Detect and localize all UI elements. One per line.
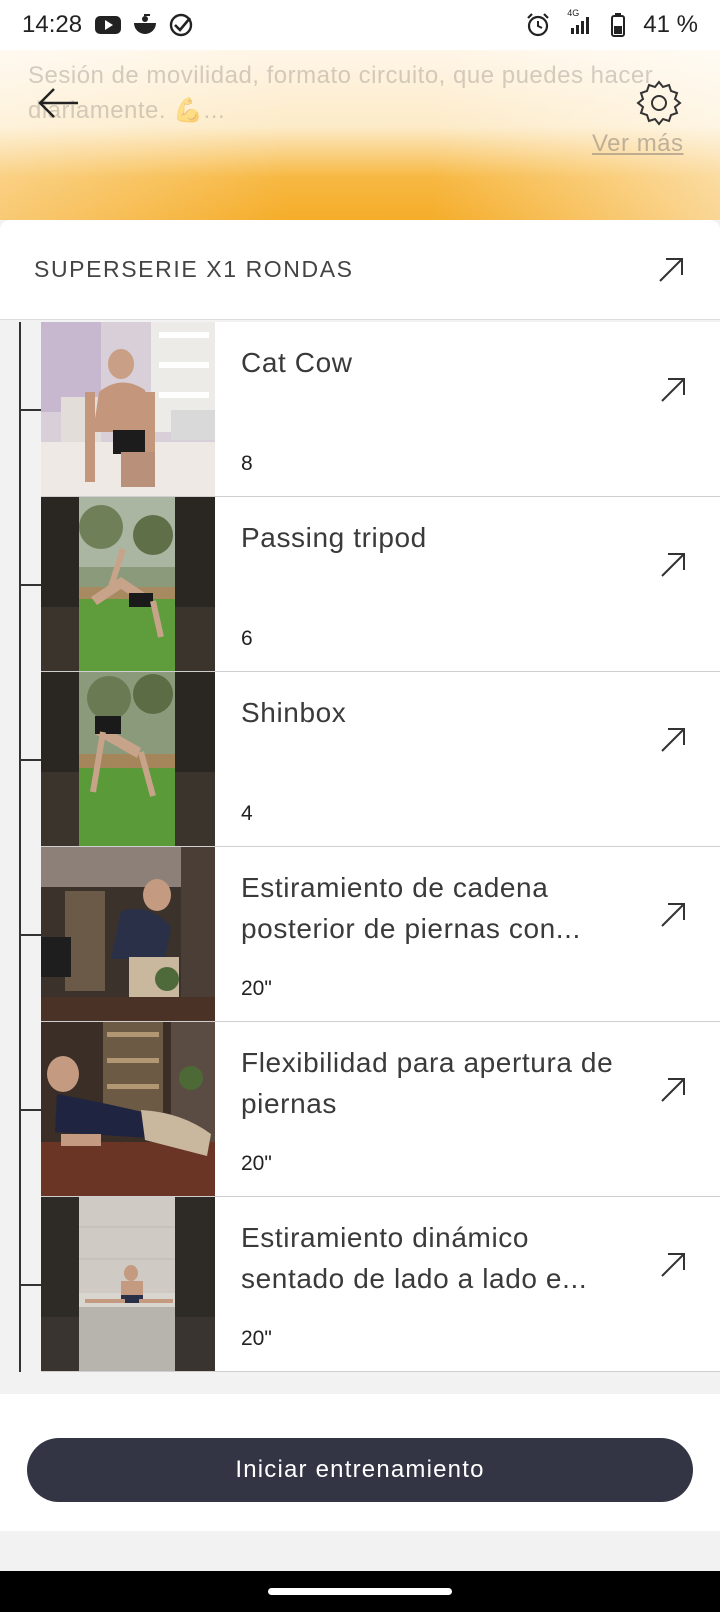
workout-description: Sesión de movilidad, formato circuito, q… — [28, 62, 654, 124]
exercise-reps: 20" — [241, 977, 272, 1000]
check-circle-icon — [168, 12, 194, 38]
arrow-left-icon — [38, 88, 78, 118]
settings-button[interactable] — [634, 78, 684, 128]
arrow-up-right-icon[interactable] — [658, 375, 688, 405]
exercise-row[interactable]: Estiramiento dinámico sentado de lado a … — [19, 1197, 720, 1372]
arrow-up-right-icon[interactable] — [658, 1075, 688, 1105]
exercise-thumbnail — [41, 1022, 215, 1196]
exercise-name: Cat Cow — [241, 347, 353, 378]
app-bowl-icon — [132, 13, 158, 37]
superset-connector-line — [19, 322, 21, 1372]
exercise-thumbnail — [41, 1197, 215, 1371]
exercise-reps: 20" — [241, 1327, 272, 1350]
exercise-row[interactable]: Flexibilidad para apertura de piernas 20… — [19, 1022, 720, 1197]
exercise-row[interactable]: Passing tripod 6 — [19, 497, 720, 672]
exercise-row[interactable]: Estiramiento de cadena posterior de pier… — [19, 847, 720, 1022]
footer-bar: Iniciar entrenamiento — [0, 1394, 720, 1531]
exercise-reps: 6 — [241, 627, 253, 650]
arrow-up-right-icon[interactable] — [658, 1250, 688, 1280]
connector-tick — [19, 409, 41, 411]
gear-icon — [636, 80, 682, 126]
exercise-list: Cat Cow 8 Passing tripod 6 Shinbox 4 Est… — [0, 322, 720, 1394]
exercise-row[interactable]: Cat Cow 8 — [19, 322, 720, 497]
exercise-thumbnail — [41, 497, 215, 671]
superset-title: SUPERSERIE X1 RONDAS — [34, 256, 354, 282]
signal-icon: 4G — [567, 8, 593, 36]
exercise-name: Estiramiento dinámico sentado de lado a … — [241, 1222, 588, 1294]
exercise-reps: 20" — [241, 1152, 272, 1175]
arrow-up-right-icon[interactable] — [658, 900, 688, 930]
exercise-name: Flexibilidad para apertura de piernas — [241, 1047, 614, 1119]
youtube-icon — [94, 14, 122, 36]
connector-tick — [19, 1284, 41, 1286]
battery-icon — [611, 13, 626, 37]
superset-header[interactable]: SUPERSERIE X1 RONDAS — [0, 220, 720, 320]
footer-spacer — [0, 1531, 720, 1571]
exercise-thumbnail — [41, 672, 215, 846]
battery-percent: 41 % — [643, 11, 698, 38]
alarm-icon — [525, 12, 551, 38]
arrow-up-right-icon[interactable] — [658, 550, 688, 580]
exercise-row[interactable]: Shinbox 4 — [19, 672, 720, 847]
status-time: 14:28 — [22, 11, 83, 38]
exercise-name: Passing tripod — [241, 522, 427, 553]
exercise-name: Estiramiento de cadena posterior de pier… — [241, 872, 581, 944]
network-type: 4G — [567, 8, 580, 18]
arrow-up-right-icon[interactable] — [658, 725, 688, 755]
status-bar: 14:28 4G 41 % — [0, 0, 720, 50]
system-nav-bar — [0, 1571, 720, 1612]
connector-tick — [19, 584, 41, 586]
connector-tick — [19, 934, 41, 936]
exercise-thumbnail — [41, 322, 215, 496]
exercise-reps: 4 — [241, 802, 253, 825]
exercise-thumbnail — [41, 847, 215, 1021]
see-more-link[interactable]: Ver más — [592, 130, 684, 158]
connector-tick — [19, 1109, 41, 1111]
workout-header: Sesión de movilidad, formato circuito, q… — [0, 50, 720, 220]
back-button[interactable] — [36, 86, 82, 120]
home-gesture-handle[interactable] — [268, 1588, 452, 1595]
connector-tick — [19, 759, 41, 761]
exercise-name: Shinbox — [241, 697, 347, 728]
arrow-up-right-icon — [659, 257, 683, 282]
start-workout-button[interactable]: Iniciar entrenamiento — [27, 1438, 693, 1502]
exercise-reps: 8 — [241, 452, 253, 475]
